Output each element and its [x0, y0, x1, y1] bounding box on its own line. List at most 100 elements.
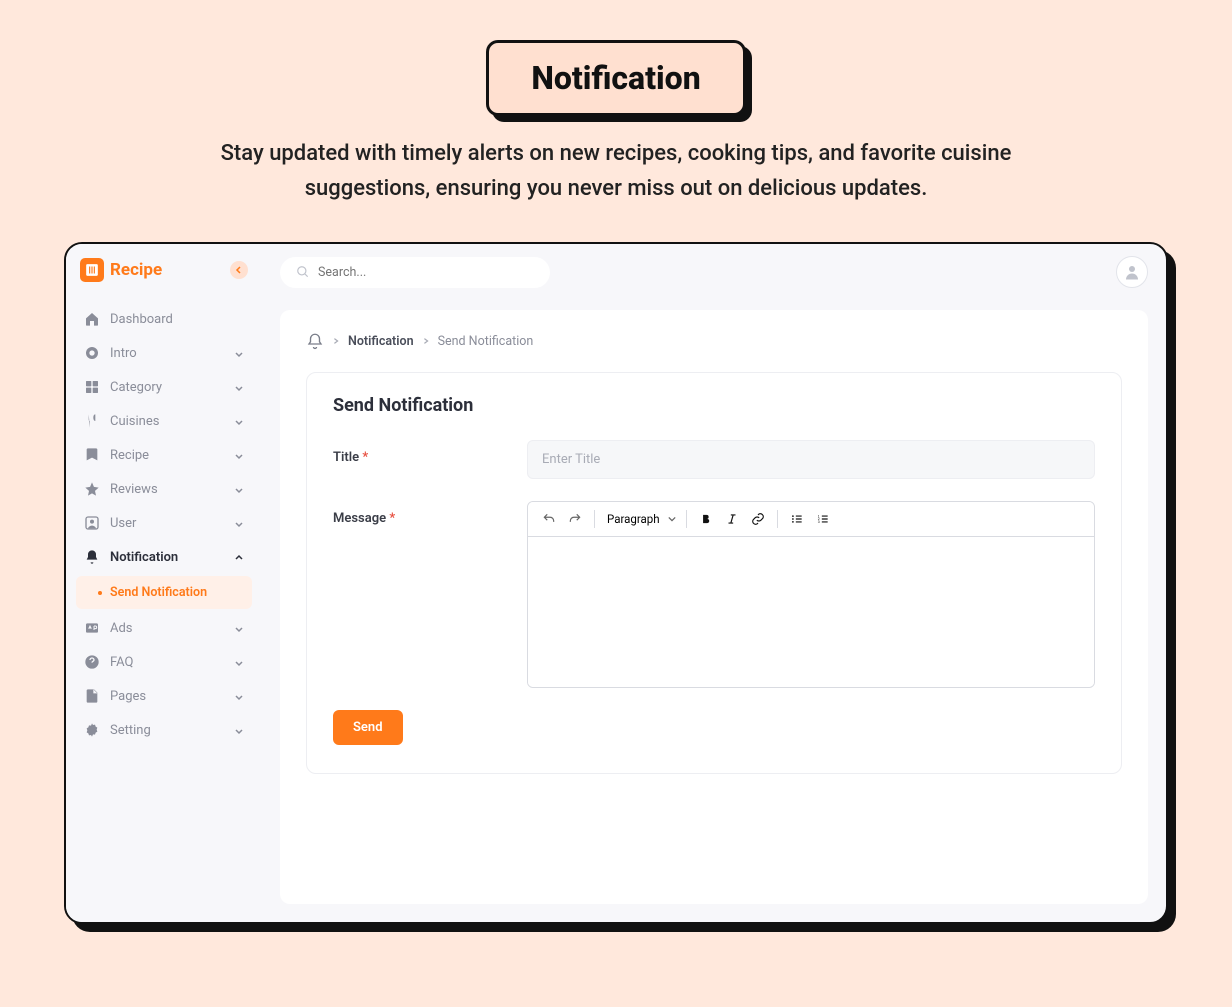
toolbar-separator [777, 510, 778, 528]
card-title: Send Notification [333, 395, 1095, 416]
chevron-down-icon [234, 450, 244, 460]
chevron-down-icon [234, 382, 244, 392]
chevron-down-icon [234, 348, 244, 358]
sidebar-item-dashboard[interactable]: Dashboard [76, 302, 252, 336]
user-avatar-icon [1123, 263, 1141, 281]
avatar[interactable] [1116, 256, 1148, 288]
chevron-up-icon [234, 552, 244, 562]
search-input[interactable] [318, 265, 534, 280]
chevron-down-icon [234, 623, 244, 633]
sidebar-item-label: Intro [110, 346, 137, 361]
bold-button[interactable] [695, 508, 717, 530]
breadcrumb-section[interactable]: Notification [348, 334, 414, 349]
breadcrumb: Notification Send Notification [306, 332, 1122, 350]
sidebar-collapse-button[interactable] [230, 261, 248, 279]
main-area: Notification Send Notification Send Noti… [262, 244, 1166, 922]
sidebar-item-label: Notification [110, 550, 178, 565]
app-frame: Recipe Dashboard Intro Categ [64, 242, 1168, 924]
sidebar-item-label: Pages [110, 689, 146, 704]
sidebar-item-label: User [110, 516, 136, 531]
sidebar-item-label: FAQ [110, 655, 133, 670]
topbar [262, 244, 1166, 300]
chevron-down-icon [234, 657, 244, 667]
form-card: Send Notification Title * Message * [306, 372, 1122, 774]
breadcrumb-current: Send Notification [438, 334, 534, 349]
form-row-message: Message * Paragraph [333, 501, 1095, 688]
search-icon [296, 265, 310, 279]
sidebar-item-recipe[interactable]: Recipe [76, 438, 252, 472]
hero-title: Notification [531, 59, 700, 97]
sidebar-item-faq[interactable]: FAQ [76, 645, 252, 679]
sidebar-item-label: Reviews [110, 482, 158, 497]
logo[interactable]: Recipe [80, 258, 162, 282]
ad-icon [84, 620, 100, 636]
sidebar-item-label: Dashboard [110, 312, 173, 327]
circle-icon [84, 345, 100, 361]
sidebar-item-reviews[interactable]: Reviews [76, 472, 252, 506]
utensils-icon [84, 413, 100, 429]
chevron-down-icon [234, 725, 244, 735]
redo-button[interactable] [564, 508, 586, 530]
chevron-down-icon [234, 691, 244, 701]
sidebar-item-ads[interactable]: Ads [76, 611, 252, 645]
block-format-select[interactable]: Paragraph [603, 510, 678, 528]
bell-icon [84, 549, 100, 565]
home-icon [84, 311, 100, 327]
content-panel: Notification Send Notification Send Noti… [280, 310, 1148, 904]
rich-text-editor: Paragraph 123 [527, 501, 1095, 688]
hero-title-box: Notification [486, 40, 745, 116]
sidebar-item-label: Recipe [110, 448, 149, 463]
chevron-right-icon [332, 334, 340, 349]
form-row-title: Title * [333, 440, 1095, 479]
message-textarea[interactable] [528, 537, 1094, 687]
file-icon [84, 688, 100, 704]
sidebar-item-pages[interactable]: Pages [76, 679, 252, 713]
toolbar-separator [594, 510, 595, 528]
logo-icon [80, 258, 104, 282]
sidebar-item-setting[interactable]: Setting [76, 713, 252, 747]
sidebar-item-cuisines[interactable]: Cuisines [76, 404, 252, 438]
sidebar-item-notification[interactable]: Notification [76, 540, 252, 574]
sidebar-subitem-send-notification[interactable]: Send Notification [76, 576, 252, 609]
title-input[interactable] [527, 440, 1095, 479]
sidebar-item-category[interactable]: Category [76, 370, 252, 404]
search-box[interactable] [280, 257, 550, 288]
chevron-down-icon [234, 484, 244, 494]
title-label: Title * [333, 440, 503, 465]
hero-subtitle: Stay updated with timely alerts on new r… [156, 136, 1076, 206]
sidebar-item-user[interactable]: User [76, 506, 252, 540]
gear-icon [84, 722, 100, 738]
bell-icon [306, 332, 324, 350]
sidebar: Recipe Dashboard Intro Categ [66, 244, 262, 922]
sidebar-item-label: Category [110, 380, 162, 395]
toolbar-separator [686, 510, 687, 528]
sidebar-item-intro[interactable]: Intro [76, 336, 252, 370]
message-label: Message * [333, 501, 503, 526]
undo-button[interactable] [538, 508, 560, 530]
numbered-list-button[interactable]: 123 [812, 508, 834, 530]
editor-toolbar: Paragraph 123 [528, 502, 1094, 537]
star-icon [84, 481, 100, 497]
bullet-icon [98, 591, 102, 595]
logo-row: Recipe [76, 258, 252, 282]
user-icon [84, 515, 100, 531]
chevron-right-icon [422, 334, 430, 349]
link-button[interactable] [747, 508, 769, 530]
book-icon [84, 447, 100, 463]
grid-icon [84, 379, 100, 395]
send-button[interactable]: Send [333, 710, 403, 745]
sidebar-item-label: Ads [110, 621, 133, 636]
sidebar-subitem-label: Send Notification [110, 585, 207, 600]
sidebar-item-label: Setting [110, 723, 151, 738]
question-icon [84, 654, 100, 670]
logo-text: Recipe [110, 260, 162, 280]
sidebar-item-label: Cuisines [110, 414, 159, 429]
chevron-down-icon [234, 416, 244, 426]
italic-button[interactable] [721, 508, 743, 530]
chevron-down-icon [234, 518, 244, 528]
required-mark: * [389, 511, 395, 526]
nav-list: Dashboard Intro Category Cuisines [76, 302, 252, 747]
required-mark: * [362, 450, 368, 465]
svg-text:3: 3 [818, 520, 820, 524]
bullet-list-button[interactable] [786, 508, 808, 530]
